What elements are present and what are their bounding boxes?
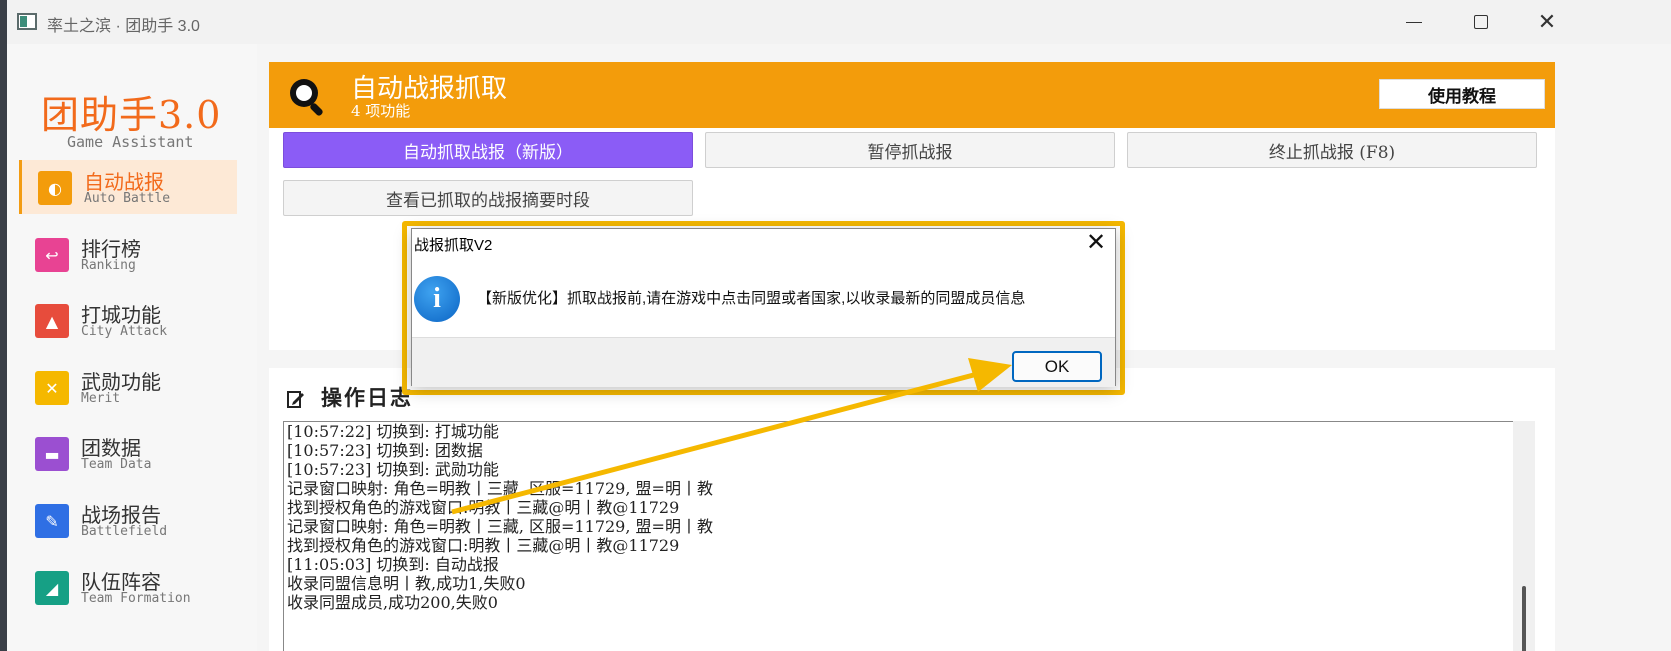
log-line: 记录窗口映射: 角色=明教丨三藏, 区服=11729, 盟=明丨教 bbox=[287, 517, 713, 536]
window-title: 率土之滨 · 团助手 3.0 bbox=[47, 18, 200, 35]
dialog-close-icon[interactable]: ✕ bbox=[1084, 230, 1108, 255]
minimize-icon bbox=[1406, 21, 1422, 23]
app-icon bbox=[17, 13, 37, 30]
info-icon: i bbox=[414, 276, 460, 322]
stop-capture-button[interactable]: 终止抓战报 (F8) bbox=[1127, 132, 1537, 168]
section-header: 自动战报抓取 4 项功能 使用教程 bbox=[269, 62, 1555, 128]
dialog-title: 战报抓取V2 bbox=[414, 237, 493, 254]
sidebar-item-team-formation[interactable]: ◢ 队伍阵容 Team Formation bbox=[19, 560, 237, 614]
log-line: 收录同盟信息明丨教,成功1,失败0 bbox=[287, 574, 526, 593]
logo-title: 团助手3.0 bbox=[41, 93, 222, 137]
log-line: [10:57:23] 切换到: 团数据 bbox=[287, 441, 483, 460]
dialog-message: 【新版优化】抓取战报前,请在游戏中点击同盟或者国家,以收录最新的同盟成员信息 bbox=[477, 290, 1026, 307]
tutorial-button[interactable]: 使用教程 bbox=[1379, 79, 1545, 109]
sidebar-item-ranking[interactable]: ↩ 排行榜 Ranking bbox=[19, 227, 237, 281]
dialog-title-bar: 战报抓取V2 ✕ bbox=[412, 229, 1115, 259]
sidebar-item-sublabel: City Attack bbox=[81, 324, 168, 339]
log-line: [10:57:23] 切换到: 武勋功能 bbox=[287, 460, 499, 479]
close-button[interactable]: ✕ bbox=[1525, 8, 1569, 36]
log-line: [10:57:22] 切换到: 打城功能 bbox=[287, 422, 499, 441]
message-dialog: 战报抓取V2 ✕ i 【新版优化】抓取战报前,请在游戏中点击同盟或者国家,以收录… bbox=[411, 228, 1116, 387]
close-icon: ✕ bbox=[1537, 9, 1557, 35]
minimize-button[interactable] bbox=[1392, 8, 1436, 36]
ranking-icon: ↩ bbox=[35, 238, 69, 272]
maximize-icon bbox=[1474, 15, 1488, 29]
sidebar-item-sublabel: Battlefield bbox=[81, 524, 168, 539]
pause-capture-button[interactable]: 暂停抓战报 bbox=[705, 132, 1115, 168]
ok-button[interactable]: OK bbox=[1012, 351, 1102, 382]
dialog-body: i 【新版优化】抓取战报前,请在游戏中点击同盟或者国家,以收录最新的同盟成员信息 bbox=[412, 259, 1115, 337]
log-scrollbar[interactable] bbox=[1513, 421, 1535, 651]
log-section: 操作日志 [10:57:22] 切换到: 打城功能 [10:57:23] 切换到:… bbox=[269, 368, 1555, 651]
log-output[interactable]: [10:57:22] 切换到: 打城功能 [10:57:23] 切换到: 团数据[… bbox=[283, 421, 1523, 651]
log-line: [11:05:03] 切换到: 自动战报 bbox=[287, 555, 499, 574]
sidebar-item-auto-battle[interactable]: ◐ 自动战报 Auto Battle bbox=[19, 160, 237, 214]
sidebar-item-sublabel: Auto Battle bbox=[84, 191, 171, 206]
formation-icon: ◢ bbox=[35, 571, 69, 605]
sidebar: 团助手3.0 Game Assistant ◐ 自动战报 Auto Battle ↩ 排… bbox=[7, 44, 257, 651]
city-icon: ▲ bbox=[35, 304, 69, 338]
sidebar-item-sublabel: Team Data bbox=[81, 457, 152, 472]
sword-icon: ✕ bbox=[35, 371, 69, 405]
maximize-button[interactable] bbox=[1459, 8, 1503, 36]
battle-icon: ◐ bbox=[38, 171, 72, 205]
log-line: 收录同盟成员,成功200,失败0 bbox=[287, 593, 498, 612]
data-icon: ▬ bbox=[35, 437, 69, 471]
logo-subtitle: Game Assistant bbox=[67, 133, 194, 151]
sidebar-item-sublabel: Merit bbox=[81, 391, 121, 406]
dialog-footer: OK bbox=[412, 337, 1115, 387]
auto-capture-button[interactable]: 自动抓取战报（新版） bbox=[283, 132, 693, 168]
sidebar-item-merit[interactable]: ✕ 武勋功能 Merit bbox=[19, 360, 237, 414]
title-bar: 率土之滨 · 团助手 3.0 ✕ bbox=[7, 0, 1671, 44]
search-icon bbox=[290, 79, 323, 116]
sidebar-item-team-data[interactable]: ▬ 团数据 Team Data bbox=[19, 426, 237, 480]
report-icon: ✎ bbox=[35, 504, 69, 538]
sidebar-item-sublabel: Team Formation bbox=[81, 591, 191, 606]
section-subtitle: 4 项功能 bbox=[351, 102, 411, 120]
edit-log-icon bbox=[287, 391, 304, 408]
log-line: 找到授权角色的游戏窗口:明教丨三藏@明丨教@11729 bbox=[287, 536, 680, 555]
log-line: 记录窗口映射: 角色=明教丨三藏, 区服=11729, 盟=明丨教 bbox=[287, 479, 713, 498]
log-line: 找到授权角色的游戏窗口:明教丨三藏@明丨教@11729 bbox=[287, 498, 680, 517]
sidebar-item-battlefield[interactable]: ✎ 战场报告 Battlefield bbox=[19, 493, 237, 547]
sidebar-item-city-attack[interactable]: ▲ 打城功能 City Attack bbox=[19, 293, 237, 347]
scroll-thumb[interactable] bbox=[1522, 586, 1526, 651]
log-title: 操作日志 bbox=[321, 385, 413, 410]
view-summary-button[interactable]: 查看已抓取的战报摘要时段 bbox=[283, 180, 693, 216]
sidebar-item-sublabel: Ranking bbox=[81, 258, 136, 273]
